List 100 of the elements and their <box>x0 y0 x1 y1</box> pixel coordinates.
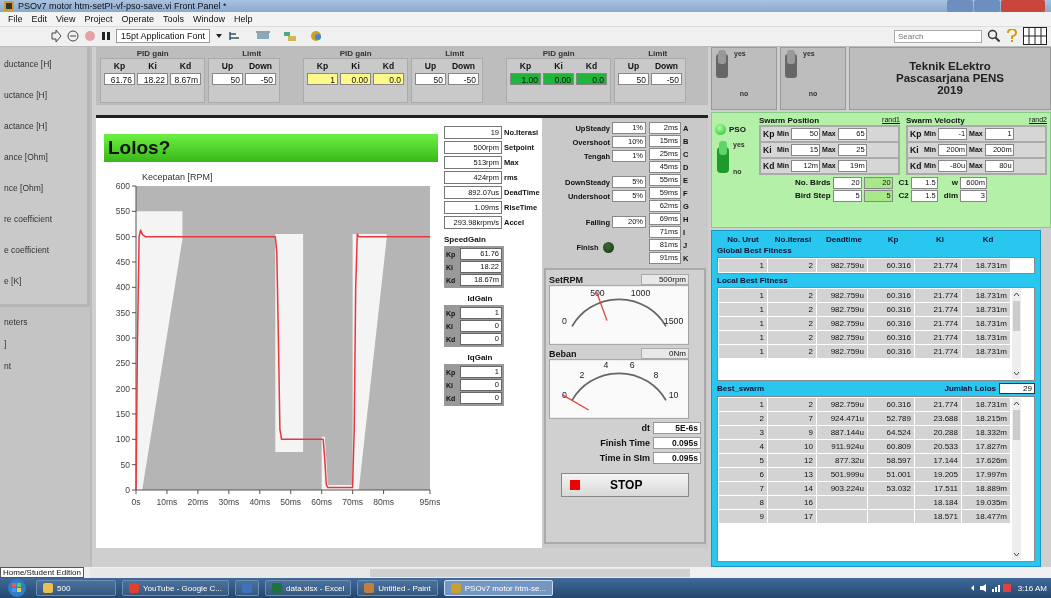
scrollbar[interactable] <box>1012 398 1021 560</box>
run-arrow-icon[interactable] <box>50 30 62 43</box>
table-cell: 23.688 <box>915 412 961 425</box>
gain-field[interactable]: 1 <box>307 73 338 85</box>
gain-label: Kd <box>910 160 922 171</box>
search-icon[interactable] <box>987 29 1001 44</box>
pause-icon[interactable] <box>101 30 111 43</box>
table-cell: 982.759u <box>817 289 867 302</box>
table-cell: 18.332m <box>962 426 1010 439</box>
pid-gain-heading: PID gain <box>542 49 575 58</box>
table-cell: 2 <box>768 259 816 272</box>
menu-item[interactable]: Tools <box>162 14 184 25</box>
search-field[interactable]: Search <box>894 29 982 43</box>
gain-label: Kp <box>519 61 532 71</box>
table-cell: 18.215m <box>962 412 1010 425</box>
toggle-switch[interactable] <box>714 50 730 80</box>
scrollbar[interactable] <box>1012 289 1021 379</box>
limit-field[interactable]: -50 <box>245 73 276 85</box>
taskbar-button[interactable] <box>235 580 259 596</box>
window-controls-icon[interactable] <box>947 0 1047 13</box>
gain-field[interactable]: 0.00 <box>543 73 574 85</box>
x-tick-label: 20ms <box>187 497 209 507</box>
table-cell: 4 <box>719 440 767 453</box>
menu-item[interactable]: Help <box>233 14 253 25</box>
table-cell: 501.999u <box>817 468 867 481</box>
table-cell: 17.144 <box>915 454 961 467</box>
time-field: 0.095s <box>653 437 701 449</box>
table-cell: 18.731m <box>962 317 1010 330</box>
gauge-scale-label: 6 <box>629 359 635 370</box>
menu-item[interactable]: View <box>56 14 76 25</box>
table-cell: 18.731m <box>962 398 1010 411</box>
run-continuously-icon[interactable] <box>67 30 79 43</box>
gain-field[interactable]: 8.67m <box>170 73 201 85</box>
gain-label: Kp <box>113 61 126 71</box>
gain-field[interactable]: 0.00 <box>340 73 371 85</box>
gain-cluster-title: IqGain <box>467 353 493 362</box>
menu-item[interactable]: Edit <box>31 14 48 25</box>
table-cell: 18.731m <box>962 345 1010 358</box>
limit-field[interactable]: 50 <box>212 73 243 85</box>
menu-item[interactable]: Project <box>84 14 113 25</box>
gain-label: Ki <box>763 144 773 155</box>
gauge-scale-label: 1000 <box>630 288 651 299</box>
gain-field[interactable]: 0.0 <box>373 73 404 85</box>
gain-field[interactable]: 1.00 <box>510 73 541 85</box>
limit-field[interactable]: 50 <box>415 73 446 85</box>
table-cell: 21.774 <box>915 259 961 272</box>
taskbar-button[interactable]: Untitled - Paint <box>357 580 438 596</box>
table-cell: 9 <box>768 426 816 439</box>
taskbar-button[interactable]: 500 <box>36 580 116 596</box>
table-cell: 60.316 <box>868 289 914 302</box>
gain-label: Ki <box>910 144 920 155</box>
table-cell: 2 <box>768 331 816 344</box>
gauge-label: Beban <box>549 349 577 359</box>
table-cell: 60.316 <box>868 303 914 316</box>
taskbar-button[interactable]: YouTube - Google C... <box>122 580 229 596</box>
limit-label: Up <box>221 61 234 71</box>
app-icon <box>43 583 53 593</box>
toggle-switch[interactable] <box>715 140 731 175</box>
bird-label: Bird Step <box>795 191 831 201</box>
x-tick-label: 70ms <box>342 497 364 507</box>
tray-icons[interactable] <box>969 583 1012 593</box>
menu-item[interactable]: Window <box>192 14 225 25</box>
connector-pane-icon[interactable] <box>1023 27 1047 46</box>
limit-heading: Limit <box>648 49 668 58</box>
font-dropdown[interactable]: 15pt Application Font <box>116 29 211 44</box>
table-cell: 1 <box>719 398 767 411</box>
y-tick-label: 400 <box>115 282 130 293</box>
help-icon[interactable] <box>1006 29 1018 44</box>
coefficient-label: C2 <box>898 191 909 201</box>
scrollbar[interactable] <box>89 567 690 578</box>
limit-field[interactable]: -50 <box>651 73 682 85</box>
gauge-scale-label: 1500 <box>663 315 684 326</box>
limit-field[interactable]: -50 <box>448 73 479 85</box>
x-tick-label: 30ms <box>218 497 240 507</box>
x-tick-label: 80ms <box>373 497 394 507</box>
gain-field[interactable]: 0.0 <box>576 73 607 85</box>
gauge-scale-label: 2 <box>579 370 585 381</box>
limit-heading: Limit <box>445 49 465 58</box>
y-tick-label: 150 <box>115 409 130 419</box>
menu-item[interactable]: Operate <box>121 14 154 25</box>
table-cell: 17.827m <box>962 440 1010 453</box>
limit-heading: Limit <box>242 49 262 58</box>
limit-field[interactable]: 50 <box>618 73 649 85</box>
table-cell: 1 <box>719 303 767 316</box>
menu-item[interactable]: File <box>8 14 23 25</box>
table-cell: 903.224u <box>817 482 867 495</box>
toggle-switch[interactable] <box>783 50 799 80</box>
table-cell: 982.759u <box>817 398 867 411</box>
gain-field[interactable]: 61.76 <box>104 73 135 85</box>
table-cell: 7 <box>768 412 816 425</box>
stop-button[interactable]: STOP <box>561 473 689 497</box>
parameter-label: ductance [H] <box>4 59 53 69</box>
gauge-needle[interactable] <box>561 394 590 411</box>
parameter-label: uctance [H] <box>4 90 48 100</box>
taskbar-button[interactable]: data.xlsx - Excel <box>265 580 352 596</box>
y-tick-label: 300 <box>115 333 130 343</box>
table-cell: 1 <box>719 345 767 358</box>
gain-cluster-title: SpeedGain <box>444 235 486 244</box>
table-cell: 17 <box>768 510 816 523</box>
gain-field[interactable]: 18.22 <box>137 73 168 85</box>
